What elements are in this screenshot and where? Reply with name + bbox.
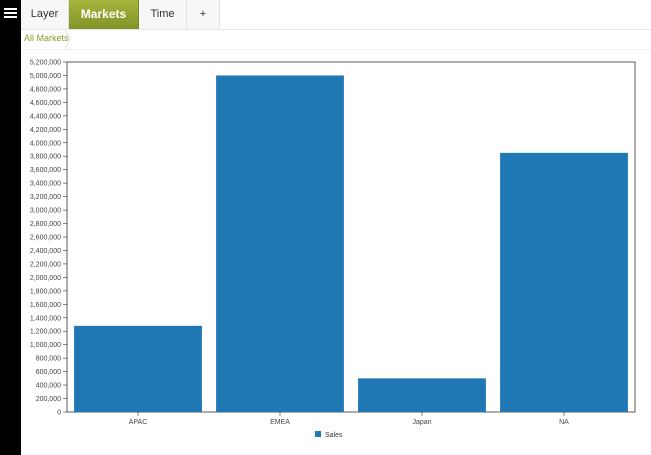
- x-tick-label: Japan: [412, 419, 431, 426]
- y-tick-label: 5,200,000: [30, 60, 61, 67]
- x-tick-label: APAC: [129, 419, 148, 426]
- y-tick-label: 3,200,000: [30, 194, 61, 201]
- y-tick-label: 1,000,000: [30, 342, 61, 349]
- y-tick-label: 4,000,000: [30, 140, 61, 147]
- y-tick-label: 2,800,000: [30, 221, 61, 228]
- add-tab-button[interactable]: +: [187, 0, 220, 29]
- y-tick-label: 3,000,000: [30, 208, 61, 215]
- hamburger-menu-icon[interactable]: [2, 5, 19, 21]
- y-tick-label: 1,200,000: [30, 329, 61, 336]
- x-tick-label: EMEA: [270, 419, 290, 426]
- y-tick-label: 2,200,000: [30, 261, 61, 268]
- tab-markets[interactable]: Markets: [69, 0, 139, 29]
- y-tick-label: 5,000,000: [30, 73, 61, 80]
- y-tick-label: 4,400,000: [30, 113, 61, 120]
- y-tick-label: 3,600,000: [30, 167, 61, 174]
- y-tick-label: 2,400,000: [30, 248, 61, 255]
- y-tick-label: 2,600,000: [30, 235, 61, 242]
- y-tick-label: 1,400,000: [30, 315, 61, 322]
- y-tick-label: 1,600,000: [30, 302, 61, 309]
- y-tick-label: 3,800,000: [30, 154, 61, 161]
- breadcrumb: All Markets: [21, 30, 651, 50]
- y-tick-label: 4,800,000: [30, 86, 61, 93]
- legend-label: Sales: [325, 432, 343, 439]
- tab-layer[interactable]: Layer: [21, 0, 69, 29]
- y-tick-label: 400,000: [36, 383, 61, 390]
- sales-bar-chart: 0 200,000 400,000 600,000 800,000 1,000,000 1,…: [30, 60, 636, 439]
- bar-emea: [216, 75, 344, 412]
- tab-time[interactable]: Time: [139, 0, 187, 29]
- y-tick-label: 800,000: [36, 356, 61, 363]
- sidebar: [0, 0, 21, 455]
- y-tick-label: 4,600,000: [30, 100, 61, 107]
- tab-bar: Layer Markets Time +: [21, 0, 651, 30]
- y-tick-label: 0: [57, 410, 61, 417]
- y-tick-label: 200,000: [36, 396, 61, 403]
- y-tick-label: 3,400,000: [30, 181, 61, 188]
- bar-na: [500, 152, 628, 412]
- y-tick-label: 2,000,000: [30, 275, 61, 282]
- legend-swatch: [315, 431, 321, 437]
- bar-japan: [358, 378, 486, 412]
- bar-apac: [74, 325, 202, 412]
- y-tick-label: 1,800,000: [30, 288, 61, 295]
- breadcrumb-chevron-icon: [64, 30, 71, 49]
- x-tick-label: NA: [559, 419, 569, 426]
- y-tick-label: 4,200,000: [30, 127, 61, 134]
- y-tick-label: 600,000: [36, 369, 61, 376]
